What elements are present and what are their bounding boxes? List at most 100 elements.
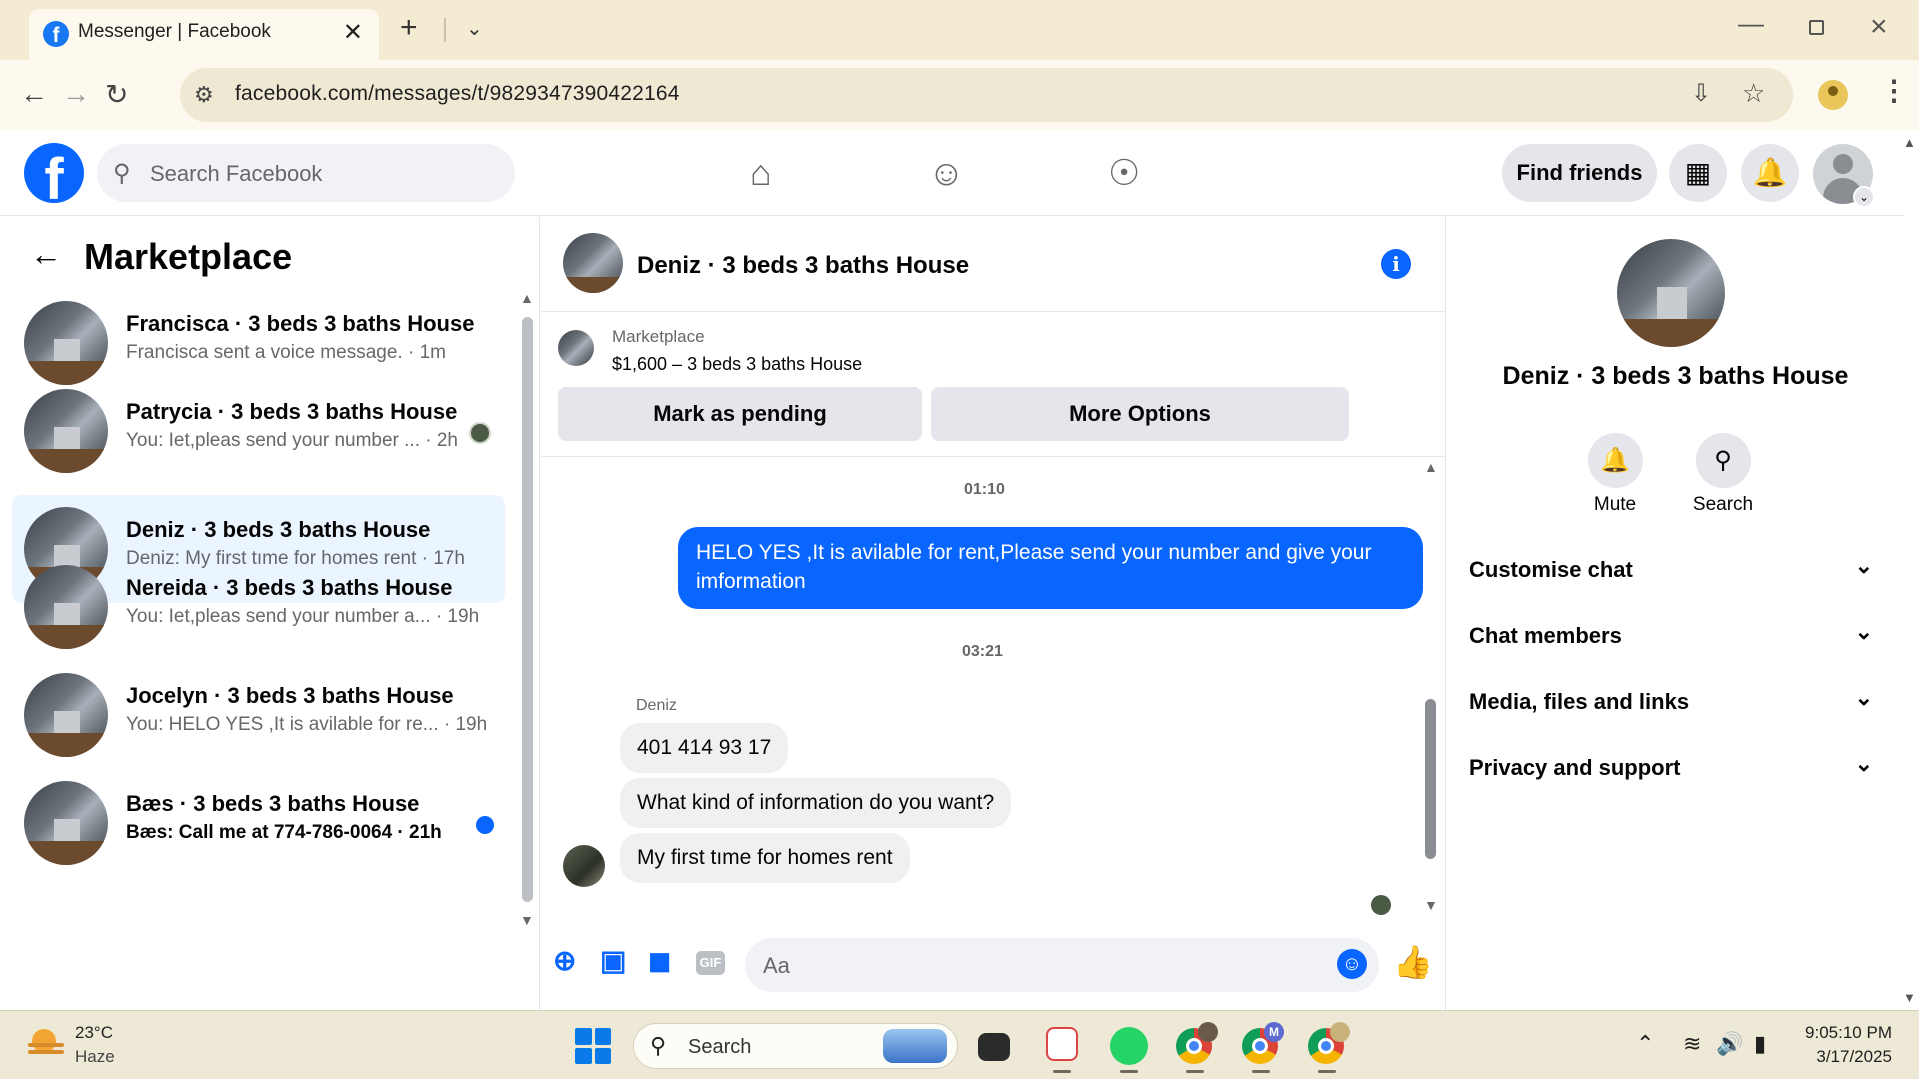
facebook-search-input[interactable]: ⚲ Search Facebook [97,144,515,202]
outgoing-message[interactable]: HELO YES ,It is avilable for rent,Please… [678,527,1423,609]
whatsapp-icon[interactable] [1110,1027,1148,1065]
weather-temperature[interactable]: 23°C [75,1023,113,1043]
scroll-up-arrow-icon[interactable]: ▲ [520,290,534,306]
page-scroll-down-arrow-icon[interactable]: ▼ [1903,990,1916,1005]
volume-icon[interactable]: 🔊 [1716,1031,1743,1057]
tab-search-chevron-icon[interactable]: ⌄ [466,16,483,41]
incoming-message[interactable]: My first tıme for homes rent [620,833,910,883]
running-indicator [1120,1070,1138,1073]
chat-title[interactable]: Deniz · 3 beds 3 baths House [637,252,969,280]
haze-weather-icon[interactable] [28,1029,64,1059]
attach-photo-icon[interactable]: ▣ [600,944,626,977]
media-files-links-row[interactable]: Media, files and links ⌄ [1469,679,1883,725]
browser-tab[interactable]: f Messenger | Facebook ✕ [29,9,379,60]
message-input[interactable]: Aa ☺ [745,938,1379,992]
reload-icon[interactable]: ↻ [105,78,128,111]
sticker-icon[interactable]: ◼ [648,944,671,977]
chat-scrollbar[interactable] [1425,699,1436,859]
sidebar-scrollbar[interactable] [522,317,533,902]
address-bar[interactable]: ⚙ facebook.com/messages/t/98293473904221… [180,68,1793,122]
conversation-name: Jocelyn · 3 beds 3 baths House [126,683,454,708]
url-text[interactable]: facebook.com/messages/t/9829347390422164 [235,82,680,106]
window-close-button[interactable]: × [1870,10,1888,44]
install-app-icon[interactable]: ⇩ [1691,79,1711,108]
chevron-up-icon[interactable]: ⌃ [1636,1031,1654,1057]
customise-chat-row[interactable]: Customise chat ⌄ [1469,547,1883,593]
find-friends-button[interactable]: Find friends [1502,144,1657,202]
account-chevron-down-icon[interactable]: ⌄ [1853,186,1875,208]
wifi-icon[interactable]: ≋ [1683,1031,1701,1057]
thumbs-up-icon[interactable]: 👍 [1393,943,1433,981]
taskbar-search-input[interactable]: ⚲ Search [633,1023,958,1069]
friends-icon[interactable]: ☺ [928,152,965,194]
task-view-icon[interactable] [978,1033,1010,1061]
forward-arrow-icon[interactable]: → [62,78,90,110]
chevron-down-icon: ⌄ [1854,619,1873,644]
incoming-message[interactable]: 401 414 93 17 [620,723,789,773]
back-arrow-icon[interactable]: ← [20,78,48,110]
menu-grid-icon[interactable]: ▦ [1669,144,1727,202]
back-arrow-icon[interactable]: ← [30,236,62,273]
home-icon[interactable]: ⌂ [750,152,772,194]
window-restore-button[interactable] [1809,20,1824,35]
chevron-down-icon: ⌄ [1854,685,1873,710]
conversation-item[interactable]: Jocelyn · 3 beds 3 baths House You: HELO… [12,661,505,769]
page-scroll-up-arrow-icon[interactable]: ▲ [1903,135,1916,150]
info-icon[interactable]: i [1381,249,1411,279]
search-icon: ⚲ [113,160,131,187]
mute-button[interactable]: 🔔 Mute [1575,433,1655,516]
window-minimize-button[interactable]: — [1738,8,1764,39]
info-title: Deniz · 3 beds 3 baths House [1502,362,1849,390]
notifications-bell-icon[interactable]: 🔔 [1741,144,1799,202]
scroll-up-arrow-icon[interactable]: ▲ [1424,459,1438,475]
scroll-down-arrow-icon[interactable]: ▼ [1424,897,1438,913]
chevron-down-icon: ⌄ [1854,553,1873,578]
message-timestamp: 01:10 [964,481,1005,498]
scroll-down-arrow-icon[interactable]: ▼ [520,912,534,928]
battery-icon[interactable]: ▮ [1754,1031,1766,1057]
conversation-item[interactable]: Bæs · 3 beds 3 baths House Bæs: Call me … [12,769,505,877]
conversation-preview: Bæs: Call me at 774-786-0064 · 21h [126,822,442,843]
groups-icon[interactable]: ☉ [1108,152,1140,194]
search-icon: ⚲ [650,1033,667,1058]
listing-thumbnail [24,781,108,865]
listing-thumbnail[interactable] [558,330,594,366]
incoming-message[interactable]: What kind of information do you want? [620,778,1012,828]
plus-circle-icon[interactable]: ⊕ [553,944,576,977]
running-indicator [1318,1070,1336,1073]
weather-condition[interactable]: Haze [75,1047,115,1067]
privacy-support-row[interactable]: Privacy and support ⌄ [1469,745,1883,791]
listing-thumbnail[interactable] [1617,239,1725,347]
tab-close-icon[interactable]: ✕ [343,18,363,47]
message-placeholder: Aa [763,953,790,978]
listing-price[interactable]: $1,600 – 3 beds 3 baths House [612,354,862,375]
site-settings-icon[interactable]: ⚙ [194,82,214,108]
browser-menu-icon[interactable]: ⋮ [1880,74,1908,107]
snipping-tool-icon[interactable] [1046,1027,1078,1061]
clock-time[interactable]: 9:05:10 PM [1800,1023,1892,1043]
more-options-button[interactable]: More Options [931,387,1349,441]
search-in-chat-button[interactable]: ⚲ Search [1683,433,1763,516]
read-receipt-avatar [1371,895,1391,915]
conversation-preview: You: Iet,pleas send your number a... · 1… [126,606,480,627]
facebook-logo-icon[interactable]: f [24,143,84,203]
gif-icon[interactable]: GIF [696,951,725,975]
conversation-item[interactable]: Patrycia · 3 beds 3 baths House You: Iet… [12,377,505,485]
sender-name: Deniz [636,697,677,714]
bookmark-star-icon[interactable]: ☆ [1742,78,1765,109]
chat-members-row[interactable]: Chat members ⌄ [1469,613,1883,659]
new-tab-button[interactable]: + [400,11,418,45]
chevron-down-icon: ⌄ [1854,751,1873,776]
chrome-profile-badge [1198,1022,1218,1042]
conversation-name: Deniz · 3 beds 3 baths House [126,517,431,542]
windows-start-icon[interactable] [575,1028,611,1064]
conversation-preview: You: HELO YES ,It is avilable for re... … [126,714,488,735]
conversation-item[interactable]: Nereida · 3 beds 3 baths House You: Iet,… [12,553,505,661]
clock-date[interactable]: 3/17/2025 [1800,1047,1892,1067]
emoji-icon[interactable]: ☺ [1337,949,1367,979]
bell-icon: 🔔 [1587,433,1643,488]
browser-profile-icon[interactable] [1818,80,1848,110]
unread-dot [476,816,494,834]
chat-avatar[interactable] [563,233,623,293]
mark-as-pending-button[interactable]: Mark as pending [558,387,922,441]
